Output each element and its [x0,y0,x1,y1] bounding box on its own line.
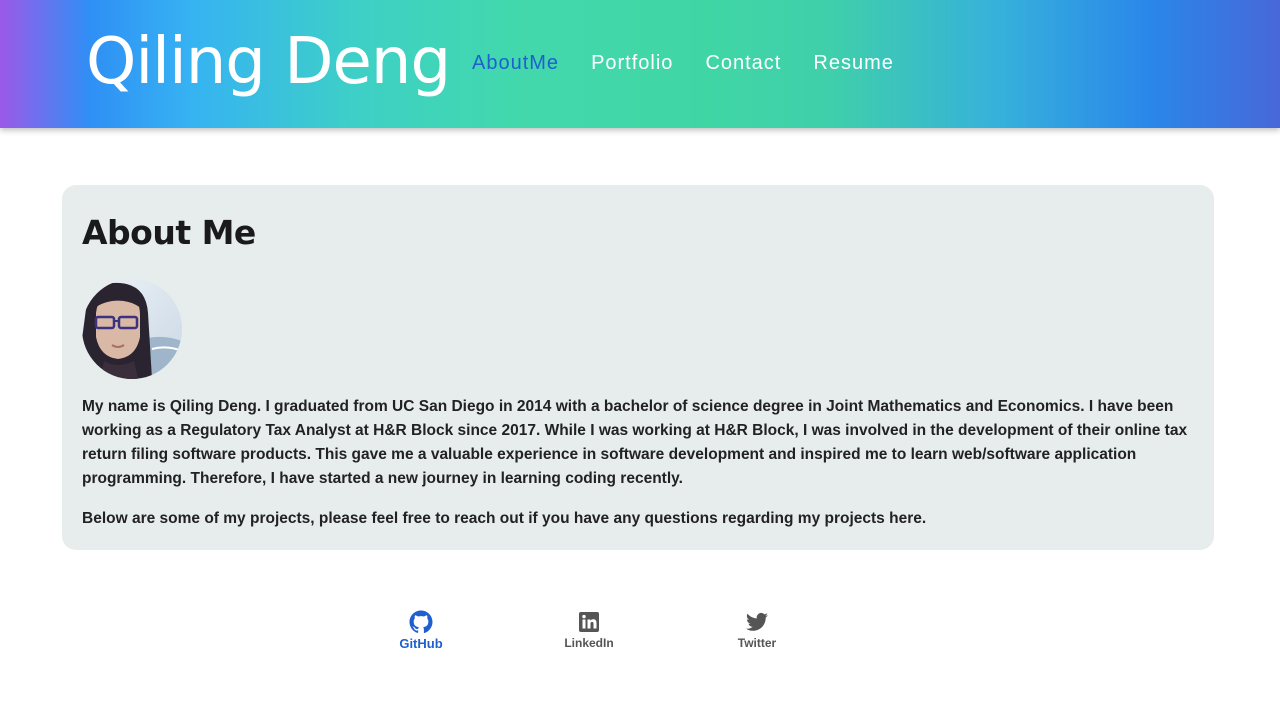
github-icon [409,610,433,634]
site-brand: Qiling Deng [86,25,451,99]
github-label: GitHub [399,636,443,651]
twitter-link[interactable]: Twitter [697,610,817,650]
linkedin-link[interactable]: LinkedIn [529,610,649,650]
linkedin-label: LinkedIn [564,636,614,650]
github-link[interactable]: GitHub [361,610,481,651]
about-paragraph-projects: Below are some of my projects, please fe… [82,510,927,527]
nav-link-aboutme[interactable]: AboutMe [472,50,559,76]
avatar [82,279,182,379]
linkedin-icon [579,612,599,632]
nav-link-contact[interactable]: Contact [705,50,781,76]
twitter-icon [746,612,768,631]
about-title: About Me [82,213,256,252]
nav-link-portfolio[interactable]: Portfolio [591,50,673,76]
about-card: About Me My name is Qiling Deng. I gradu… [62,185,1214,550]
site-header: Qiling Deng AboutMe Portfolio Contact Re… [0,0,1280,128]
twitter-label: Twitter [737,636,777,650]
nav-link-resume[interactable]: Resume [813,50,893,76]
avatar-photo [82,279,182,379]
social-links: GitHub LinkedIn Twitter [0,610,1280,660]
main-nav: AboutMe Portfolio Contact Resume [472,50,894,76]
about-paragraph-intro: My name is Qiling Deng. I graduated from… [82,398,1188,487]
